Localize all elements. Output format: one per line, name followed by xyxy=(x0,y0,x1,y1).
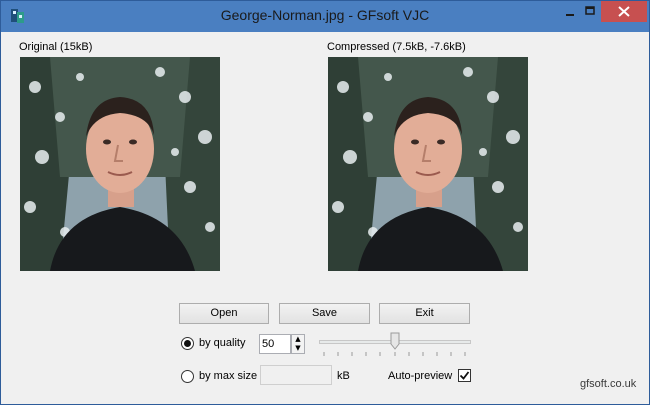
compressed-image xyxy=(328,57,528,271)
minimize-icon xyxy=(566,14,574,16)
quality-slider[interactable] xyxy=(319,332,471,358)
checkmark-icon xyxy=(459,371,470,380)
footer-brand: gfsoft.co.uk xyxy=(580,378,637,390)
original-image xyxy=(20,57,220,271)
max-size-radio[interactable] xyxy=(181,370,194,383)
slider-ticks xyxy=(323,352,466,356)
close-button[interactable] xyxy=(601,1,647,22)
spin-down-icon[interactable]: ▼ xyxy=(292,344,304,353)
max-size-unit: kB xyxy=(337,370,350,382)
max-size-input[interactable] xyxy=(260,365,332,385)
compressed-caption: Compressed (7.5kB, -7.6kB) xyxy=(327,41,466,53)
title-bar[interactable]: George-Norman.jpg - GFsoft VJC xyxy=(1,1,649,32)
original-caption: Original (15kB) xyxy=(19,41,93,53)
quality-radio[interactable] xyxy=(181,337,194,350)
quality-spinner[interactable]: ▲ ▼ xyxy=(291,334,305,354)
save-button[interactable]: Save xyxy=(279,303,370,324)
client-area: Original (15kB) Compressed (7.5kB, -7.6k… xyxy=(9,32,641,398)
close-icon xyxy=(618,6,630,17)
quality-input[interactable]: 50 xyxy=(259,334,291,354)
spin-up-icon[interactable]: ▲ xyxy=(292,335,304,344)
auto-preview-checkbox[interactable] xyxy=(458,369,471,382)
minimize-button[interactable] xyxy=(557,1,583,22)
app-window: George-Norman.jpg - GFsoft VJC Original … xyxy=(0,0,650,405)
slider-thumb-icon[interactable] xyxy=(390,332,400,350)
max-size-radio-label: by max size xyxy=(199,370,258,382)
exit-button[interactable]: Exit xyxy=(379,303,470,324)
quality-radio-label: by quality xyxy=(199,337,246,349)
auto-preview-label: Auto-preview xyxy=(388,370,453,382)
window-title: George-Norman.jpg - GFsoft VJC xyxy=(220,7,430,23)
open-button[interactable]: Open xyxy=(179,303,269,324)
